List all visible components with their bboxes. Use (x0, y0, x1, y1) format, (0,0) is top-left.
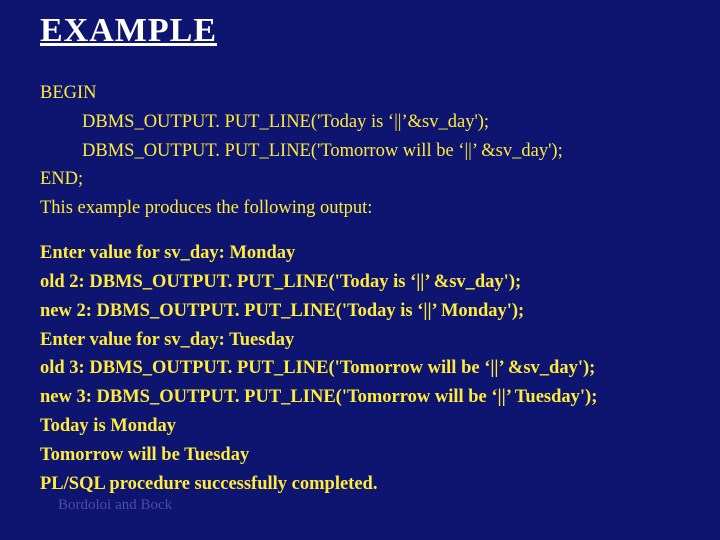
output-line: old 2: DBMS_OUTPUT. PUT_LINE('Today is ‘… (40, 269, 690, 296)
slide-title: EXAMPLE (40, 12, 217, 50)
code-line: END; (40, 166, 690, 193)
output-line: Tomorrow will be Tuesday (40, 442, 690, 469)
output-line: new 3: DBMS_OUTPUT. PUT_LINE('Tomorrow w… (40, 384, 690, 411)
output-line: Enter value for sv_day: Monday (40, 240, 690, 267)
output-line: PL/SQL procedure successfully completed. (40, 471, 690, 498)
output-line: new 2: DBMS_OUTPUT. PUT_LINE('Today is ‘… (40, 298, 690, 325)
slide-body: BEGIN DBMS_OUTPUT. PUT_LINE('Today is ‘|… (40, 80, 690, 499)
spacer (40, 224, 690, 240)
output-line: Today is Monday (40, 413, 690, 440)
code-line: DBMS_OUTPUT. PUT_LINE('Tomorrow will be … (40, 138, 690, 165)
footer-credit: Bordoloi and Bock (58, 497, 172, 514)
output-line: Enter value for sv_day: Tuesday (40, 327, 690, 354)
slide: EXAMPLE BEGIN DBMS_OUTPUT. PUT_LINE('Tod… (0, 0, 720, 540)
code-line: BEGIN (40, 80, 690, 107)
output-line: old 3: DBMS_OUTPUT. PUT_LINE('Tomorrow w… (40, 355, 690, 382)
code-line: DBMS_OUTPUT. PUT_LINE('Today is ‘||’&sv_… (40, 109, 690, 136)
code-line: This example produces the following outp… (40, 195, 690, 222)
